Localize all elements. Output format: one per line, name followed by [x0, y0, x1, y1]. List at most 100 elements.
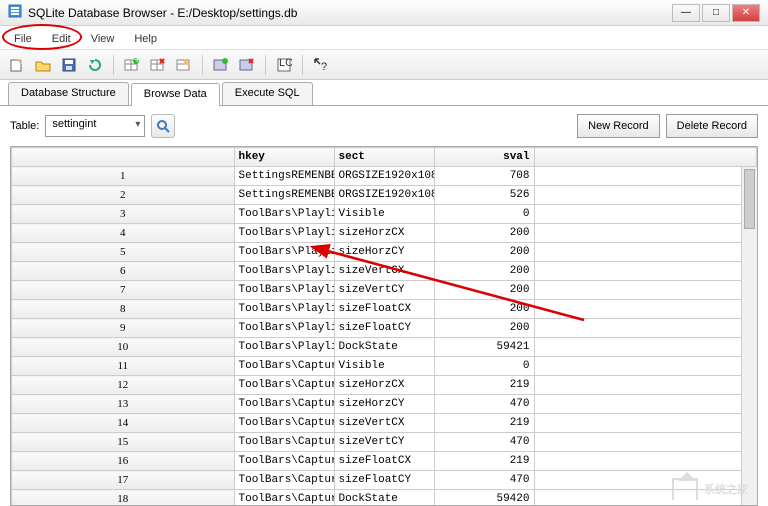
table-row[interactable]: 10ToolBars\PlaylisDockState59421 — [12, 338, 757, 357]
table-row[interactable]: 3ToolBars\PlaylisVisible0 — [12, 205, 757, 224]
cell-sval[interactable]: 59420 — [434, 490, 534, 506]
cell-sval[interactable]: 470 — [434, 433, 534, 452]
cell-hkey[interactable]: ToolBars\Capture — [234, 471, 334, 490]
tab-structure[interactable]: Database Structure — [8, 82, 129, 105]
cell-sval[interactable]: 219 — [434, 376, 534, 395]
table-select[interactable]: settingint — [45, 115, 145, 137]
cell-sect[interactable]: Visible — [334, 205, 434, 224]
cell-sval[interactable]: 200 — [434, 243, 534, 262]
close-button[interactable]: ✕ — [732, 4, 760, 22]
tab-browse-data[interactable]: Browse Data — [131, 83, 220, 106]
cell-hkey[interactable]: SettingsREMENBER — [234, 186, 334, 205]
cell-sval[interactable]: 0 — [434, 205, 534, 224]
cell-hkey[interactable]: ToolBars\Playlis — [234, 319, 334, 338]
vertical-scrollbar[interactable] — [741, 167, 757, 505]
menu-edit[interactable]: Edit — [42, 28, 81, 48]
cell-hkey[interactable]: ToolBars\Capture — [234, 395, 334, 414]
table-row[interactable]: 14ToolBars\CapturesizeVertCX219 — [12, 414, 757, 433]
table-row[interactable]: 4ToolBars\PlaylissizeHorzCX200 — [12, 224, 757, 243]
cell-sect[interactable]: sizeVertCY — [334, 433, 434, 452]
table-row[interactable]: 2SettingsREMENBERORGSIZE1920x1080526 — [12, 186, 757, 205]
revert-icon[interactable] — [84, 54, 106, 76]
cell-hkey[interactable]: ToolBars\Capture — [234, 433, 334, 452]
tab-execute-sql[interactable]: Execute SQL — [222, 82, 313, 105]
data-table[interactable]: hkey sect sval 1SettingsREMENBERORGSIZE1… — [11, 147, 757, 506]
cell-sect[interactable]: sizeHorzCY — [334, 243, 434, 262]
col-rownum[interactable] — [12, 148, 235, 167]
cell-hkey[interactable]: ToolBars\Capture — [234, 414, 334, 433]
table-row[interactable]: 1SettingsREMENBERORGSIZE1920x1080708 — [12, 167, 757, 186]
cell-sect[interactable]: sizeFloatCY — [334, 471, 434, 490]
cell-sval[interactable]: 200 — [434, 281, 534, 300]
col-hkey[interactable]: hkey — [234, 148, 334, 167]
cell-sval[interactable]: 470 — [434, 395, 534, 414]
create-table-icon[interactable]: + — [121, 54, 143, 76]
cell-hkey[interactable]: ToolBars\Playlis — [234, 243, 334, 262]
modify-table-icon[interactable] — [173, 54, 195, 76]
cell-sval[interactable]: 219 — [434, 414, 534, 433]
cell-hkey[interactable]: SettingsREMENBER — [234, 167, 334, 186]
cell-sval[interactable]: 708 — [434, 167, 534, 186]
cell-sval[interactable]: 200 — [434, 300, 534, 319]
search-button[interactable] — [151, 114, 175, 138]
cell-hkey[interactable]: ToolBars\Capture — [234, 357, 334, 376]
log-icon[interactable]: LOG — [273, 54, 295, 76]
menu-help[interactable]: Help — [124, 28, 167, 48]
cell-sect[interactable]: sizeVertCY — [334, 281, 434, 300]
cell-sect[interactable]: DockState — [334, 490, 434, 506]
cell-sect[interactable]: ORGSIZE1920x1080 — [334, 167, 434, 186]
cell-sval[interactable]: 219 — [434, 452, 534, 471]
scroll-thumb[interactable] — [744, 169, 755, 229]
col-sval[interactable]: sval — [434, 148, 534, 167]
delete-record-button[interactable]: Delete Record — [666, 114, 758, 138]
create-index-icon[interactable] — [210, 54, 232, 76]
table-row[interactable]: 6ToolBars\PlaylissizeVertCX200 — [12, 262, 757, 281]
cell-hkey[interactable]: ToolBars\Capture — [234, 376, 334, 395]
cell-hkey[interactable]: ToolBars\Playlis — [234, 224, 334, 243]
cell-hkey[interactable]: ToolBars\Playlis — [234, 300, 334, 319]
cell-sect[interactable]: sizeFloatCX — [334, 300, 434, 319]
cell-sval[interactable]: 470 — [434, 471, 534, 490]
open-db-icon[interactable] — [32, 54, 54, 76]
cell-hkey[interactable]: ToolBars\Playlis — [234, 338, 334, 357]
cell-sval[interactable]: 200 — [434, 319, 534, 338]
cell-sect[interactable]: DockState — [334, 338, 434, 357]
cell-sect[interactable]: ORGSIZE1920x1080 — [334, 186, 434, 205]
cell-sect[interactable]: sizeVertCX — [334, 414, 434, 433]
cell-sect[interactable]: sizeFloatCY — [334, 319, 434, 338]
minimize-button[interactable]: — — [672, 4, 700, 22]
cell-sval[interactable]: 0 — [434, 357, 534, 376]
cell-sval[interactable]: 200 — [434, 262, 534, 281]
cell-sect[interactable]: sizeHorzCX — [334, 376, 434, 395]
cell-sect[interactable]: sizeHorzCX — [334, 224, 434, 243]
cell-sect[interactable]: Visible — [334, 357, 434, 376]
cell-sval[interactable]: 526 — [434, 186, 534, 205]
table-row[interactable]: 7ToolBars\PlaylissizeVertCY200 — [12, 281, 757, 300]
cell-sect[interactable]: sizeVertCX — [334, 262, 434, 281]
menu-file[interactable]: File — [4, 28, 42, 48]
table-row[interactable]: 13ToolBars\CapturesizeHorzCY470 — [12, 395, 757, 414]
cell-sect[interactable]: sizeFloatCX — [334, 452, 434, 471]
col-sect[interactable]: sect — [334, 148, 434, 167]
table-row[interactable]: 8ToolBars\PlaylissizeFloatCX200 — [12, 300, 757, 319]
table-row[interactable]: 16ToolBars\CapturesizeFloatCX219 — [12, 452, 757, 471]
table-row[interactable]: 12ToolBars\CapturesizeHorzCX219 — [12, 376, 757, 395]
help-icon[interactable]: ? — [310, 54, 332, 76]
table-row[interactable]: 18ToolBars\CaptureDockState59420 — [12, 490, 757, 506]
cell-hkey[interactable]: ToolBars\Playlis — [234, 281, 334, 300]
table-row[interactable]: 5ToolBars\PlaylissizeHorzCY200 — [12, 243, 757, 262]
cell-hkey[interactable]: ToolBars\Playlis — [234, 262, 334, 281]
delete-table-icon[interactable] — [147, 54, 169, 76]
table-row[interactable]: 17ToolBars\CapturesizeFloatCY470 — [12, 471, 757, 490]
save-icon[interactable] — [58, 54, 80, 76]
new-record-button[interactable]: New Record — [577, 114, 660, 138]
cell-hkey[interactable]: ToolBars\Capture — [234, 452, 334, 471]
delete-index-icon[interactable] — [236, 54, 258, 76]
cell-sect[interactable]: sizeHorzCY — [334, 395, 434, 414]
cell-hkey[interactable]: ToolBars\Capture — [234, 490, 334, 506]
cell-hkey[interactable]: ToolBars\Playlis — [234, 205, 334, 224]
cell-sval[interactable]: 200 — [434, 224, 534, 243]
menu-view[interactable]: View — [81, 28, 125, 48]
maximize-button[interactable]: □ — [702, 4, 730, 22]
table-row[interactable]: 11ToolBars\CaptureVisible0 — [12, 357, 757, 376]
